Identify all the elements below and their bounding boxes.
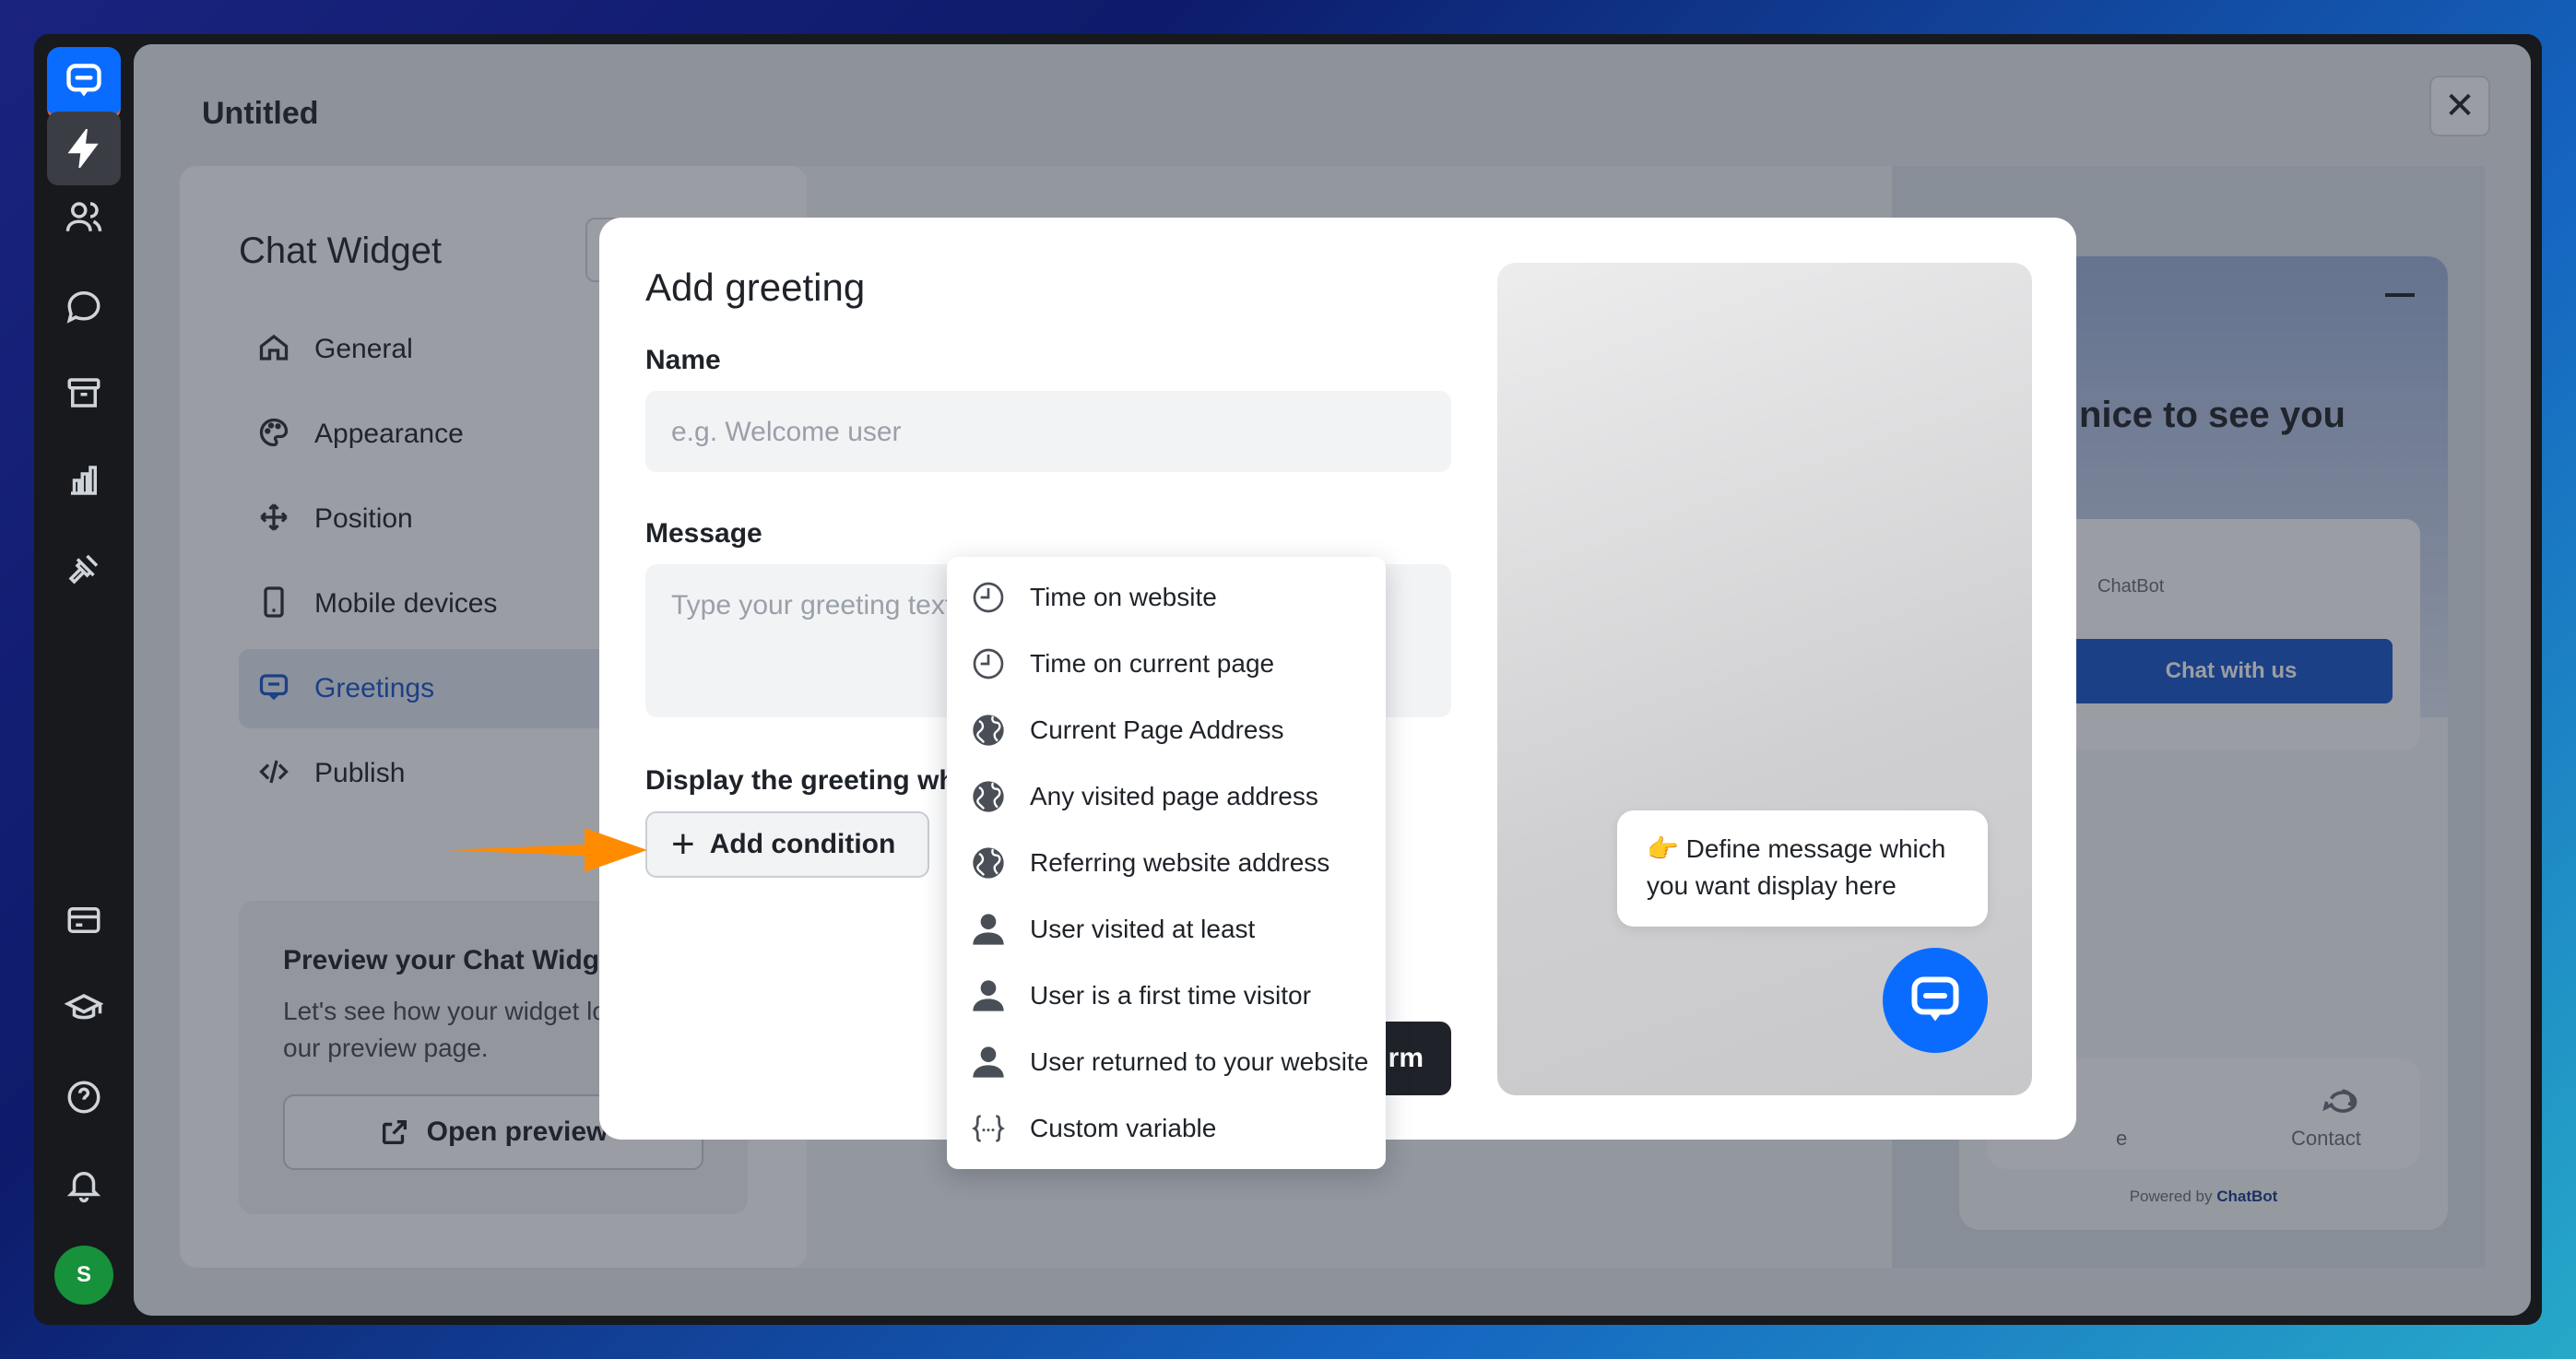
variable-icon bbox=[969, 1109, 1008, 1148]
reports-button[interactable] bbox=[47, 443, 121, 517]
greeting-preview: 👉 Define message which you want display … bbox=[1497, 263, 2032, 1095]
chats-button[interactable] bbox=[47, 267, 121, 341]
chat-launcher[interactable] bbox=[1883, 948, 1988, 1053]
add-condition-button[interactable]: + Add condition bbox=[645, 811, 929, 878]
plug-icon bbox=[68, 554, 99, 585]
dropdown-item-time-on-current-page[interactable]: Time on current page bbox=[947, 631, 1386, 697]
dropdown-item-user-visited-at-least[interactable]: User visited at least bbox=[947, 896, 1386, 963]
user-icon bbox=[969, 910, 1008, 949]
dropdown-item-label: Time on website bbox=[1030, 583, 1217, 611]
left-rail: S bbox=[34, 34, 134, 1325]
bar-chart-icon bbox=[71, 466, 97, 495]
dropdown-item-referring-website-address[interactable]: Referring website address bbox=[947, 830, 1386, 896]
bell-icon bbox=[66, 1172, 101, 1203]
users-icon bbox=[65, 202, 102, 231]
dropdown-item-label: User visited at least bbox=[1030, 915, 1256, 943]
dropdown-item-current-page-address[interactable]: Current Page Address bbox=[947, 697, 1386, 763]
dropdown-item-any-visited-page-address[interactable]: Any visited page address bbox=[947, 763, 1386, 830]
archive-icon bbox=[67, 378, 100, 408]
globe-icon bbox=[969, 844, 1008, 882]
chatbot-logo[interactable] bbox=[47, 47, 121, 121]
dropdown-item-label: User is a first time visitor bbox=[1030, 981, 1311, 1010]
archive-button[interactable] bbox=[47, 356, 121, 430]
name-label: Name bbox=[645, 345, 721, 375]
message-label: Message bbox=[645, 518, 762, 549]
chat-logo-icon bbox=[66, 64, 101, 97]
dropdown-item-label: Referring website address bbox=[1030, 848, 1330, 877]
globe-icon bbox=[969, 711, 1008, 750]
billing-button[interactable] bbox=[47, 883, 121, 957]
clock-icon bbox=[969, 578, 1008, 617]
graduation-cap-icon bbox=[65, 994, 103, 1020]
dropdown-item-label: Current Page Address bbox=[1030, 715, 1284, 744]
greeting-bubble: 👉 Define message which you want display … bbox=[1617, 810, 1988, 927]
dropdown-item-custom-variable[interactable]: Custom variable bbox=[947, 1095, 1386, 1162]
help-button[interactable] bbox=[47, 1060, 121, 1134]
globe-icon bbox=[969, 777, 1008, 816]
dropdown-item-label: Any visited page address bbox=[1030, 782, 1318, 810]
dropdown-item-first-time-visitor[interactable]: User is a first time visitor bbox=[947, 963, 1386, 1029]
automations-button[interactable] bbox=[47, 112, 121, 185]
clock-icon bbox=[969, 644, 1008, 683]
notifications-button[interactable] bbox=[47, 1148, 121, 1222]
user-avatar[interactable]: S bbox=[54, 1246, 113, 1305]
dropdown-item-user-returned[interactable]: User returned to your website bbox=[947, 1029, 1386, 1095]
modal-title: Add greeting bbox=[645, 266, 866, 309]
user-icon bbox=[969, 976, 1008, 1015]
bolt-icon bbox=[67, 129, 99, 168]
academy-button[interactable] bbox=[47, 972, 121, 1046]
help-icon bbox=[67, 1081, 100, 1114]
users-button[interactable] bbox=[47, 180, 121, 254]
dropdown-item-label: User returned to your website bbox=[1030, 1047, 1369, 1076]
plus-icon: + bbox=[671, 821, 695, 867]
card-icon bbox=[67, 907, 100, 933]
dropdown-item-time-on-website[interactable]: Time on website bbox=[947, 564, 1386, 631]
condition-dropdown: Time on website Time on current page Cur… bbox=[947, 557, 1386, 1169]
chat-bubble-icon bbox=[66, 290, 100, 324]
add-condition-label: Add condition bbox=[709, 829, 896, 859]
name-field[interactable]: e.g. Welcome user bbox=[645, 391, 1451, 472]
dropdown-item-label: Custom variable bbox=[1030, 1114, 1217, 1142]
chat-logo-icon bbox=[1911, 976, 1959, 1022]
annotation-arrow-icon bbox=[446, 828, 647, 872]
dropdown-item-label: Time on current page bbox=[1030, 649, 1275, 678]
user-icon bbox=[969, 1043, 1008, 1081]
integrations-button[interactable] bbox=[47, 532, 121, 606]
display-condition-label: Display the greeting when bbox=[645, 765, 988, 796]
